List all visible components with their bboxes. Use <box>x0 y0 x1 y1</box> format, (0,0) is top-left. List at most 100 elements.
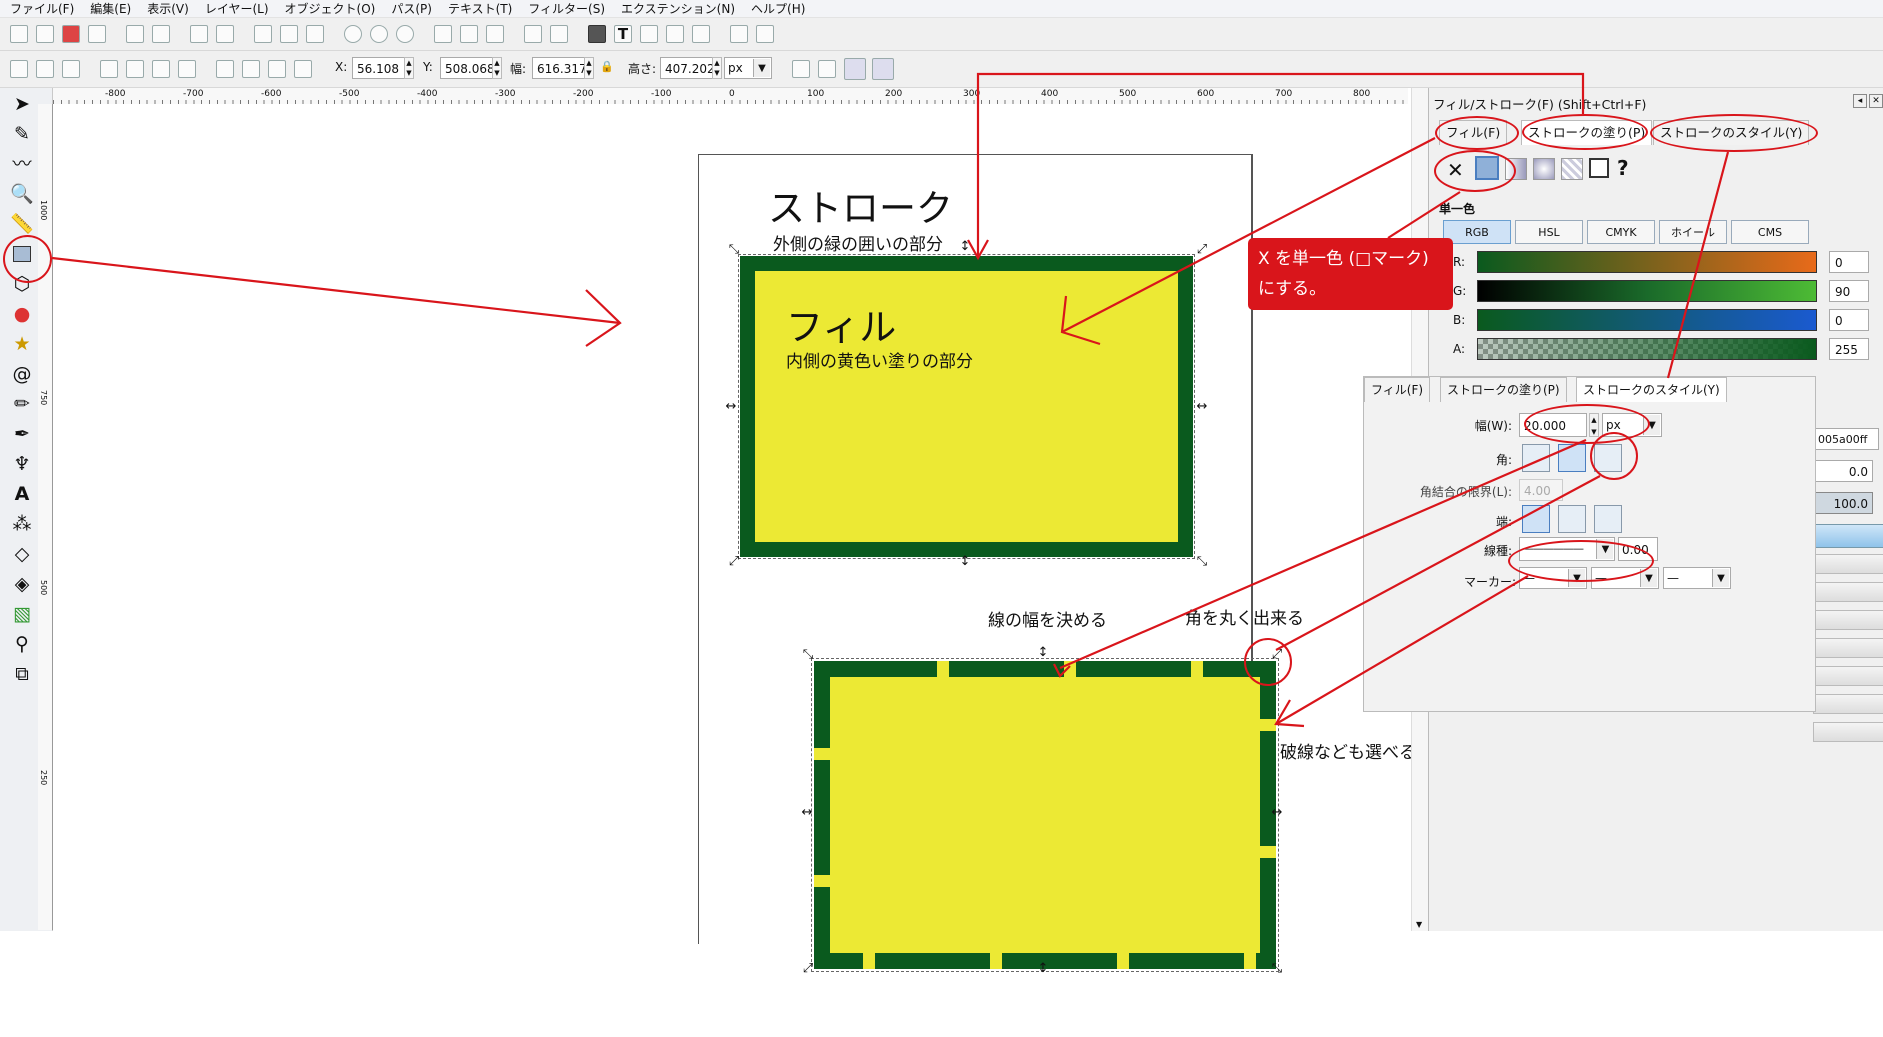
tweak-tool-icon[interactable]: 〰 <box>10 152 34 176</box>
resize-handle[interactable]: ↕ <box>958 240 972 253</box>
opacity-input[interactable]: 100.0 <box>1813 492 1873 514</box>
cut-icon[interactable] <box>280 25 298 43</box>
text-font-icon[interactable]: T <box>614 25 632 43</box>
menu-layer[interactable]: レイヤー(L) <box>195 0 275 17</box>
text-tool-icon[interactable]: A <box>10 482 34 506</box>
resize-handle[interactable]: ↔ <box>1195 400 1209 413</box>
select-all-layers-icon[interactable] <box>36 60 54 78</box>
channel-r-slider[interactable] <box>1477 251 1817 273</box>
rotate-cw-icon[interactable] <box>126 60 144 78</box>
width-input[interactable]: 616.317 <box>532 57 590 79</box>
channel-r-input[interactable]: 0 <box>1829 251 1869 273</box>
menu-edit[interactable]: 編集(E) <box>80 0 137 17</box>
x-input[interactable]: 56.108 <box>352 57 410 79</box>
align-distribute-icon[interactable] <box>692 25 710 43</box>
resize-handle[interactable]: ⤢ <box>1195 243 1209 256</box>
zoom-drawing-icon[interactable] <box>370 25 388 43</box>
height-spinner[interactable]: ▲ ▼ <box>712 57 722 79</box>
channel-b-slider[interactable] <box>1477 309 1817 331</box>
panel-collapse-icon[interactable]: ◂ <box>1853 94 1867 108</box>
zoom-selection-icon[interactable] <box>344 25 362 43</box>
square-cap-button[interactable] <box>1594 505 1622 533</box>
pen-tool-icon[interactable]: ✒ <box>10 422 34 446</box>
save-icon[interactable] <box>62 25 80 43</box>
raise-icon[interactable] <box>242 60 260 78</box>
resize-handle[interactable]: ⤢ <box>727 555 741 568</box>
opacity-bar[interactable] <box>1813 524 1883 548</box>
ellipse-tool-icon[interactable]: ● <box>10 302 34 326</box>
selector-tool-icon[interactable]: ➤ <box>10 92 34 116</box>
channel-a-slider[interactable] <box>1477 338 1817 360</box>
resize-handle[interactable]: ↔ <box>800 806 814 819</box>
clone-icon[interactable] <box>460 25 478 43</box>
channel-a-input[interactable]: 255 <box>1829 338 1869 360</box>
spray-tool-icon[interactable]: ⁂ <box>10 512 34 536</box>
miter-join-button[interactable] <box>1522 444 1550 472</box>
resize-handle[interactable]: ↔ <box>724 400 738 413</box>
paint-bucket-tool-icon[interactable]: ◈ <box>10 572 34 596</box>
select-all-icon[interactable] <box>10 60 28 78</box>
channel-b-input[interactable]: 0 <box>1829 309 1869 331</box>
mode-cms[interactable]: CMS <box>1731 220 1809 244</box>
node-tool-icon[interactable]: ✎ <box>10 122 34 146</box>
menu-text[interactable]: テキスト(T) <box>438 0 518 17</box>
resize-handle[interactable]: ⤡ <box>727 243 741 256</box>
eraser-tool-icon[interactable]: ◇ <box>10 542 34 566</box>
zoom-page-icon[interactable] <box>396 25 414 43</box>
height-input[interactable]: 407.202 <box>660 57 718 79</box>
radial-gradient-icon[interactable] <box>1533 158 1555 180</box>
lower-icon[interactable] <box>268 60 286 78</box>
miter-limit-input[interactable]: 4.00 <box>1519 479 1563 501</box>
transform-patterns-icon[interactable] <box>872 58 894 80</box>
preferences-icon[interactable] <box>730 25 748 43</box>
resize-handle[interactable]: ↕ <box>1036 646 1050 659</box>
duplicate-icon[interactable] <box>434 25 452 43</box>
channel-g-slider[interactable] <box>1477 280 1817 302</box>
unit-select[interactable]: px ▼ <box>724 57 772 79</box>
ungroup-icon[interactable] <box>550 25 568 43</box>
sub-tab-stroke-paint[interactable]: ストロークの塗り(P) <box>1440 377 1567 402</box>
mode-wheel[interactable]: ホイール <box>1659 220 1727 244</box>
document-properties-icon[interactable] <box>756 25 774 43</box>
redo-icon[interactable] <box>216 25 234 43</box>
resize-handle[interactable]: ⤡ <box>1270 962 1284 975</box>
dropper-tool-icon[interactable]: ⚲ <box>10 632 34 656</box>
paste-icon[interactable] <box>306 25 324 43</box>
connector-tool-icon[interactable]: ⧉ <box>10 662 34 686</box>
rectangle-dashed-stroke[interactable] <box>811 658 1279 972</box>
deselect-icon[interactable] <box>62 60 80 78</box>
open-icon[interactable] <box>36 25 54 43</box>
round-cap-button[interactable] <box>1558 505 1586 533</box>
group-icon[interactable] <box>524 25 542 43</box>
menu-help[interactable]: ヘルプ(H) <box>741 0 811 17</box>
lock-icon[interactable]: 🔒 <box>600 60 614 73</box>
flip-vertical-icon[interactable] <box>178 60 196 78</box>
pattern-icon[interactable] <box>1561 158 1583 180</box>
y-input[interactable]: 508.068 <box>440 57 498 79</box>
menu-view[interactable]: 表示(V) <box>137 0 195 17</box>
butt-cap-button[interactable] <box>1522 505 1550 533</box>
print-icon[interactable] <box>88 25 106 43</box>
menu-file[interactable]: ファイル(F) <box>0 0 80 17</box>
fill-stroke-icon[interactable] <box>588 25 606 43</box>
calligraphy-tool-icon[interactable]: ♆ <box>10 452 34 476</box>
round-join-button[interactable] <box>1558 444 1586 472</box>
resize-handle[interactable]: ⤡ <box>1195 555 1209 568</box>
swatch-icon[interactable] <box>1589 158 1609 178</box>
star-tool-icon[interactable]: ★ <box>10 332 34 356</box>
transform-gradients-icon[interactable] <box>844 58 866 80</box>
menu-filters[interactable]: フィルター(S) <box>518 0 611 17</box>
pencil-tool-icon[interactable]: ✏ <box>10 392 34 416</box>
spiral-tool-icon[interactable]: @ <box>10 362 34 386</box>
rotate-ccw-icon[interactable] <box>100 60 118 78</box>
resize-handle[interactable]: ⤡ <box>801 648 815 661</box>
measure-tool-icon[interactable]: 📏 <box>10 212 34 236</box>
menu-extensions[interactable]: エクステンション(N) <box>611 0 741 17</box>
resize-handle[interactable]: ↔ <box>1270 806 1284 819</box>
gradient-tool-icon[interactable]: ▧ <box>10 602 34 626</box>
channel-g-input[interactable]: 90 <box>1829 280 1869 302</box>
sub-tab-fill[interactable]: フィル(F) <box>1364 377 1431 402</box>
y-spinner[interactable]: ▲ ▼ <box>492 57 502 79</box>
raise-to-top-icon[interactable] <box>216 60 234 78</box>
resize-handle[interactable]: ↕ <box>958 555 972 568</box>
